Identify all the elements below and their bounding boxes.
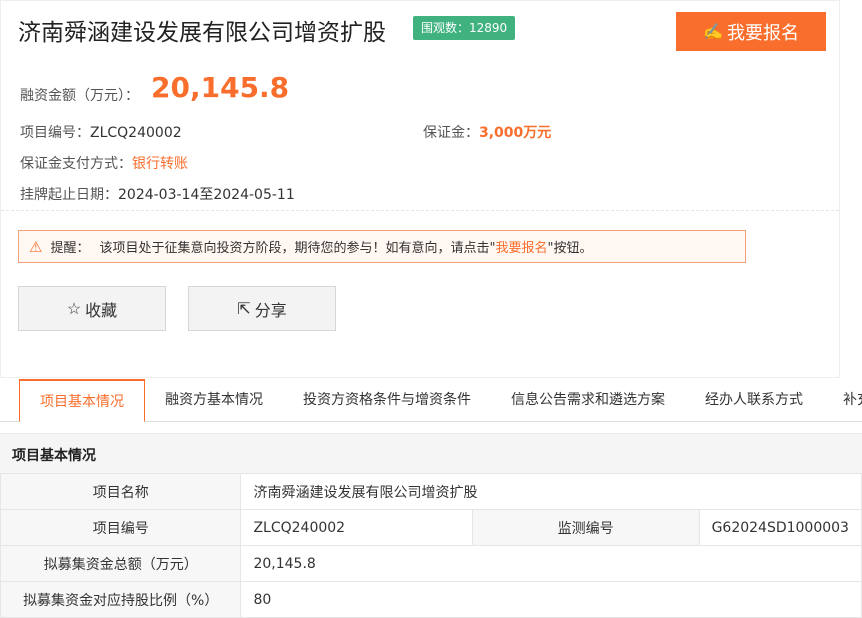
- amount-label: 融资金额（万元）：: [20, 88, 139, 104]
- divider: [1, 210, 839, 211]
- table-value: 80: [240, 581, 862, 618]
- listing-date-row: 挂牌起止日期：2024-03-14至2024-05-11: [20, 187, 295, 203]
- table-label: 拟募集资金对应持股比例（%）: [0, 581, 242, 618]
- tab-project-basic[interactable]: 项目基本情况: [19, 379, 145, 422]
- table-value: G62024SD1000003: [698, 509, 862, 546]
- project-header-panel: 济南舜涵建设发展有限公司增资扩股 围观数：12890 ✍ 我要报名 融资金额（万…: [0, 0, 840, 378]
- project-code-value: ZLCQ240002: [90, 125, 182, 141]
- section-title: 项目基本情况: [12, 448, 96, 464]
- share-button[interactable]: ⇱ 分享: [188, 286, 336, 331]
- tab-announcement-requirements[interactable]: 信息公告需求和遴选方案: [511, 379, 665, 421]
- views-badge: 围观数：12890: [413, 16, 516, 40]
- tab-financier-basic[interactable]: 融资方基本情况: [165, 379, 263, 421]
- project-code-row: 项目编号：ZLCQ240002: [20, 125, 182, 141]
- section-header: 项目基本情况: [0, 433, 862, 474]
- table-row: 项目名称 济南舜涵建设发展有限公司增资扩股: [0, 473, 862, 510]
- payment-method-value: 银行转账: [132, 156, 188, 172]
- notice-signup-link[interactable]: 我要报名: [495, 237, 547, 256]
- table-label: 拟募集资金总额（万元）: [0, 545, 242, 582]
- table-row: 项目编号 ZLCQ240002 监测编号 G62024SD1000003: [0, 509, 862, 546]
- tab-investor-qualifications[interactable]: 投资方资格条件与增资条件: [303, 379, 471, 421]
- tab-contact[interactable]: 经办人联系方式: [705, 379, 803, 421]
- table-value: 20,145.8: [240, 545, 862, 582]
- warning-icon: ⚠: [29, 237, 43, 256]
- star-icon: ☆: [66, 300, 82, 318]
- pen-icon: ✍: [703, 23, 723, 41]
- project-info-table: 项目名称 济南舜涵建设发展有限公司增资扩股 项目编号 ZLCQ240002 监测…: [0, 473, 862, 618]
- table-row: 拟募集资金总额（万元） 20,145.8: [0, 545, 862, 582]
- project-title: 济南舜涵建设发展有限公司增资扩股: [18, 20, 386, 46]
- amount-value: 20,145.8: [151, 71, 290, 104]
- table-value: ZLCQ240002: [240, 509, 473, 546]
- deposit-row: 保证金：3,000万元: [423, 125, 552, 141]
- signup-button[interactable]: ✍ 我要报名: [676, 12, 826, 51]
- table-row: 拟募集资金对应持股比例（%） 80: [0, 581, 862, 618]
- listing-date-value: 2024-03-14至2024-05-11: [118, 187, 295, 203]
- table-label: 项目名称: [0, 473, 242, 510]
- deposit-value: 3,000万元: [479, 125, 552, 141]
- payment-method-row: 保证金支付方式：银行转账: [20, 156, 188, 172]
- tab-bar: 项目基本情况 融资方基本情况 投资方资格条件与增资条件 信息公告需求和遴选方案 …: [0, 379, 862, 422]
- notice-banner: ⚠ 提醒： 该项目处于征集意向投资方阶段，期待您的参与！如有意向，请点击" 我要报…: [18, 230, 746, 263]
- table-label: 监测编号: [471, 509, 700, 546]
- table-value: 济南舜涵建设发展有限公司增资扩股: [240, 473, 862, 510]
- favorite-button[interactable]: ☆ 收藏: [18, 286, 166, 331]
- tab-supplement[interactable]: 补充: [843, 379, 862, 421]
- share-icon: ⇱: [237, 300, 251, 318]
- table-label: 项目编号: [0, 509, 242, 546]
